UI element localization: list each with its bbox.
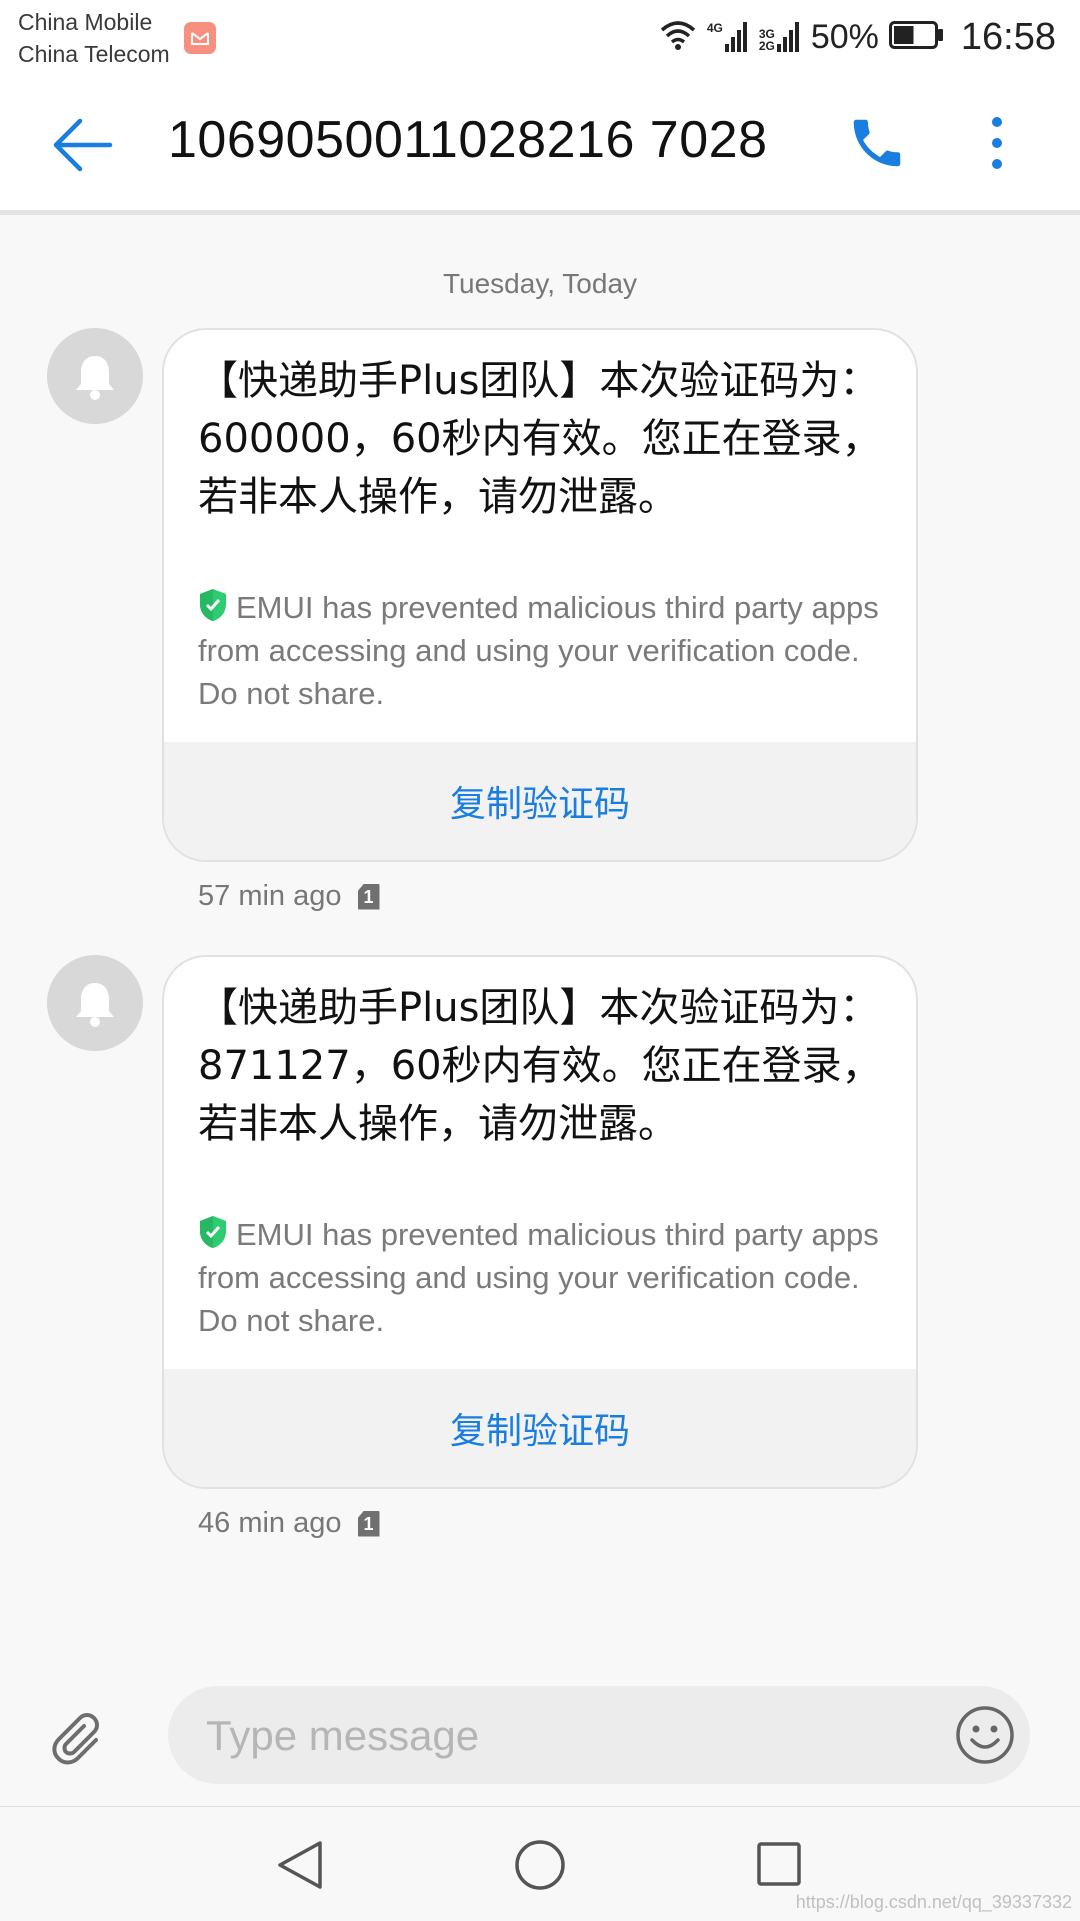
battery-icon [888, 20, 945, 54]
notification-app-icon [184, 22, 216, 54]
message-meta: 46 min ago 1 [198, 1507, 380, 1540]
copy-code-button[interactable]: 复制验证码 [450, 775, 630, 827]
message-composer [0, 1656, 1080, 1806]
network-type-2: 3G 2G [759, 28, 775, 52]
battery-percent: 50% [810, 17, 879, 56]
message-input-box [168, 1686, 1030, 1786]
network-type-1: 4G [706, 21, 723, 35]
call-button[interactable] [846, 112, 908, 174]
arrow-left-icon [53, 118, 113, 172]
message-bubble[interactable]: 【快递助手Plus团队】本次验证码为：871127，60秒内有效。您正在登录，若… [162, 955, 918, 1489]
emui-notice: EMUI has prevented malicious third party… [198, 586, 888, 715]
avatar[interactable] [47, 955, 143, 1051]
attach-button[interactable] [52, 1710, 112, 1770]
emui-notice-text: EMUI has prevented malicious third party… [198, 590, 879, 711]
message-text: 【快递助手Plus团队】本次验证码为：600000，60秒内有效。您正在登录，若… [198, 358, 882, 520]
message-input[interactable] [204, 1686, 928, 1786]
more-vertical-icon [992, 117, 1002, 169]
shield-check-icon [200, 589, 226, 621]
sim-card-icon: 1 [357, 1510, 380, 1537]
smiley-icon [956, 1706, 1014, 1764]
carrier-labels: China Mobile China Telecom [18, 6, 170, 70]
sim-slot-label: 1 [363, 886, 374, 907]
signal-icon-sim1: 4G [707, 22, 749, 52]
message-meta: 57 min ago 1 [198, 880, 380, 913]
emoji-button[interactable] [954, 1704, 1016, 1766]
message-time: 57 min ago [198, 880, 342, 912]
conversation-header: 1069050011028216 7028 [0, 80, 1080, 215]
sim-slot-label: 1 [363, 1513, 374, 1534]
sim-card-icon: 1 [357, 883, 380, 910]
copy-code-area: 复制验证码 [164, 742, 916, 860]
square-recents-icon [757, 1842, 801, 1886]
avatar[interactable] [47, 328, 143, 424]
nav-recents-button[interactable] [756, 1841, 802, 1887]
message-text: 【快递助手Plus团队】本次验证码为：871127，60秒内有效。您正在登录，若… [198, 985, 882, 1147]
message-bubble[interactable]: 【快递助手Plus团队】本次验证码为：600000，60秒内有效。您正在登录，若… [162, 328, 918, 862]
bell-icon [76, 983, 114, 1027]
carrier-1: China Mobile [18, 9, 153, 35]
phone-icon [853, 119, 901, 167]
message-time: 46 min ago [198, 1507, 342, 1539]
more-options-button[interactable] [980, 112, 1014, 174]
paperclip-icon [52, 1713, 99, 1765]
bell-icon [76, 356, 114, 400]
clock: 16:58 [960, 15, 1056, 58]
copy-code-area: 复制验证码 [164, 1369, 916, 1487]
nav-home-button[interactable] [514, 1839, 566, 1891]
emui-notice: EMUI has prevented malicious third party… [198, 1213, 888, 1342]
copy-code-button[interactable]: 复制验证码 [450, 1402, 630, 1454]
signal-icon-sim2: 3G 2G [759, 22, 801, 52]
carrier-2: China Telecom [18, 41, 170, 67]
watermark: https://blog.csdn.net/qq_39337332 [795, 1892, 1072, 1912]
navigation-bar: https://blog.csdn.net/qq_39337332 [0, 1806, 1080, 1921]
status-icons: 4G 3G 2G 50% 16:58 [659, 12, 1056, 62]
back-button[interactable] [52, 114, 114, 176]
circle-home-icon [515, 1840, 565, 1890]
triangle-back-icon [278, 1841, 322, 1889]
battery-fill [893, 26, 914, 44]
wifi-icon [659, 19, 697, 55]
nav-back-button[interactable] [276, 1839, 324, 1891]
emui-notice-text: EMUI has prevented malicious third party… [198, 1217, 879, 1338]
network-type-2-bottom: 2G [758, 39, 775, 53]
date-separator: Tuesday, Today [442, 268, 638, 299]
status-bar: China Mobile China Telecom 4G 3G 2G 50% … [0, 0, 1080, 80]
shield-check-icon [200, 1216, 226, 1248]
contact-number: 1069050011028216 7028 [168, 111, 768, 169]
